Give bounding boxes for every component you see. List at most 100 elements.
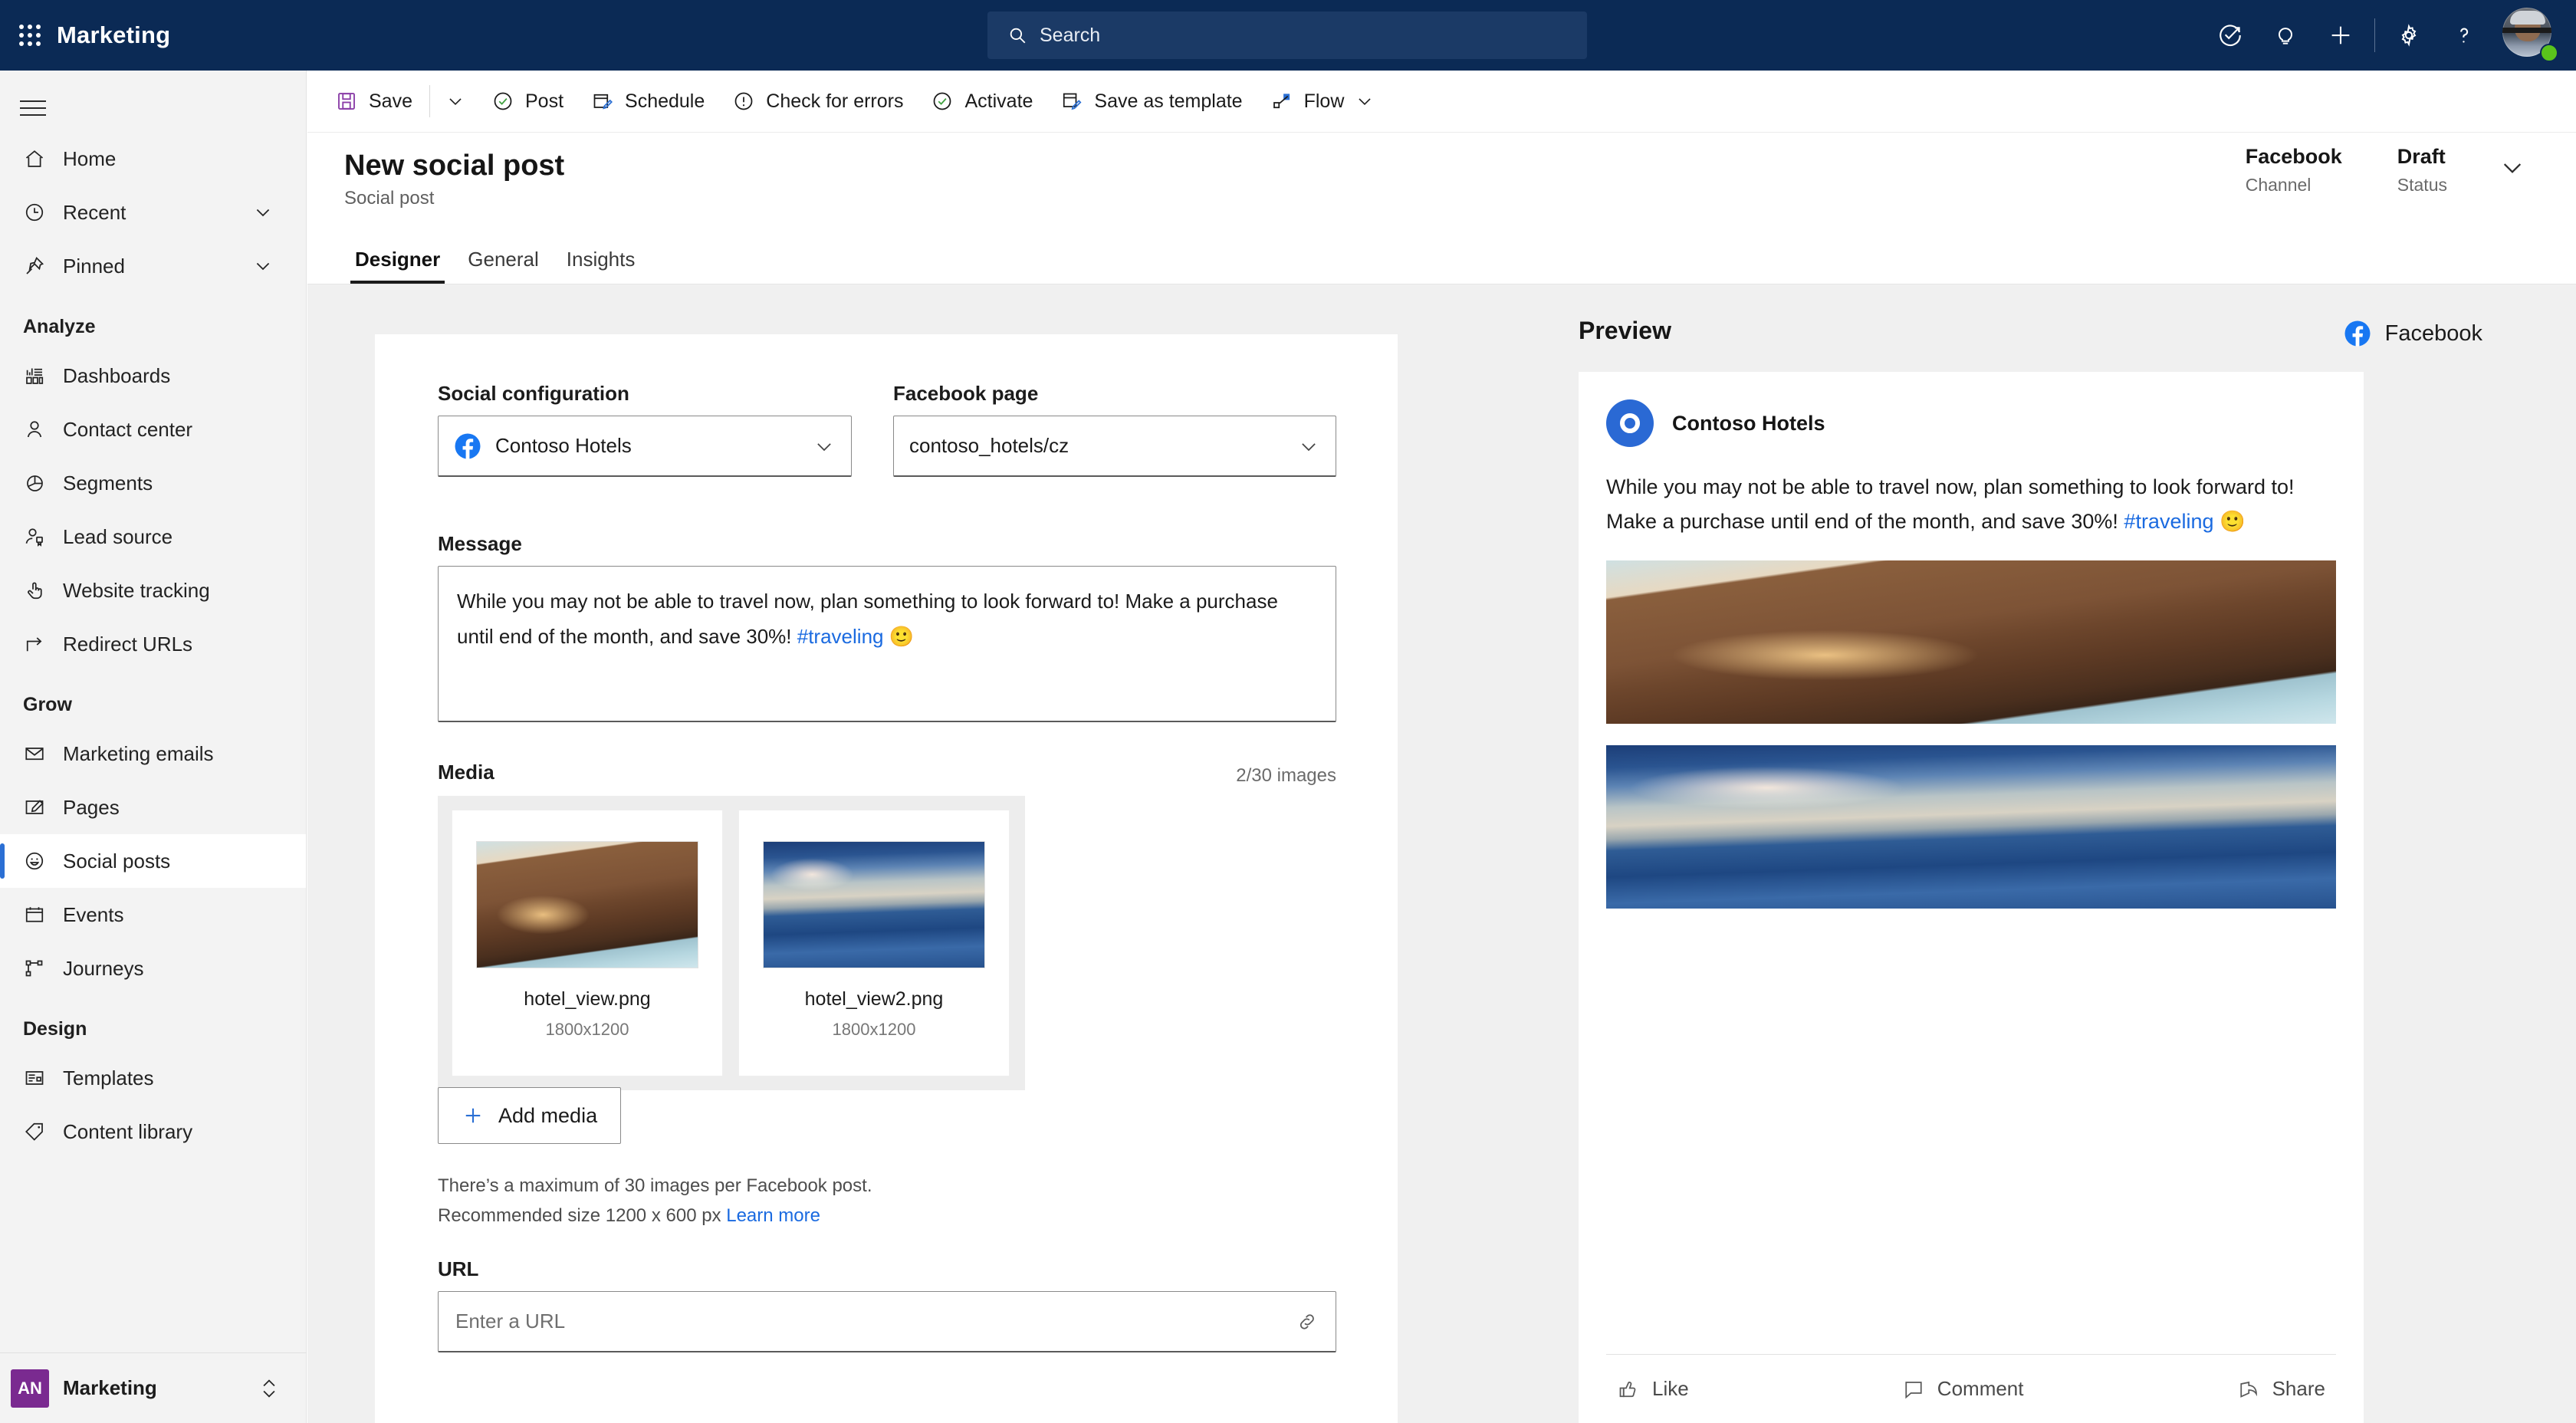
social-config-label: Social configuration — [438, 382, 629, 405]
chevron-down-icon[interactable] — [252, 202, 274, 223]
preview-title: Preview — [1579, 317, 1671, 344]
post-hashtag[interactable]: #traveling — [2124, 510, 2213, 533]
save-button[interactable]: Save — [321, 71, 426, 133]
avatar[interactable] — [2502, 8, 2558, 63]
chevron-down-icon — [445, 91, 465, 111]
hamburger-menu-icon[interactable] — [0, 71, 307, 132]
message-label: Message — [438, 532, 522, 555]
flow-button[interactable]: Flow — [1257, 71, 1389, 133]
media-label-wrap: Media — [438, 761, 495, 784]
sidebar-item-label: Website tracking — [63, 578, 210, 602]
sidebar-item-label: Home — [63, 146, 117, 170]
preview-channel-label: Facebook — [2384, 320, 2482, 346]
tab-general[interactable]: General — [454, 248, 553, 284]
sidebar-item-events[interactable]: Events — [0, 888, 306, 942]
sidebar-item-label: Segments — [63, 471, 153, 495]
add-media-button[interactable]: Add media — [438, 1087, 622, 1144]
command-divider — [429, 85, 430, 117]
facebook-page-label-wrap: Facebook page — [893, 382, 1038, 406]
link-icon[interactable] — [1296, 1310, 1319, 1333]
sidebar-item-website-tracking[interactable]: Website tracking — [0, 564, 306, 617]
sidebar-item-label: Contact center — [63, 417, 193, 441]
tab-insights[interactable]: Insights — [553, 248, 649, 284]
media-count: 2/30 images — [1236, 765, 1336, 786]
sidebar-item-pages[interactable]: Pages — [0, 781, 306, 834]
url-input[interactable]: Enter a URL — [438, 1291, 1336, 1352]
chevron-down-icon[interactable] — [252, 255, 274, 277]
tab-designer[interactable]: Designer — [341, 248, 454, 284]
journey-flow-icon — [23, 957, 57, 980]
sidebar-item-dashboards[interactable]: Dashboards — [0, 349, 306, 403]
chevron-down-icon — [1297, 435, 1320, 458]
comment-bubble-icon — [1902, 1378, 1925, 1401]
media-item[interactable]: hotel_view2.png 1800x1200 — [738, 810, 1010, 1076]
post-emoji: 🙂 — [2220, 509, 2246, 533]
sidebar-item-lead-source[interactable]: Lead source — [0, 510, 306, 564]
message-textarea[interactable]: While you may not be able to travel now,… — [438, 566, 1336, 722]
sidebar-item-journeys[interactable]: Journeys — [0, 942, 306, 995]
sidebar-item-segments[interactable]: Segments — [0, 456, 306, 510]
question-mark-icon[interactable] — [2436, 0, 2492, 71]
org-switcher[interactable]: AN Marketing — [0, 1352, 307, 1423]
media-item[interactable]: hotel_view.png 1800x1200 — [452, 810, 723, 1076]
sidebar-item-label: Pinned — [63, 254, 125, 278]
sidebar-item-marketing-emails[interactable]: Marketing emails — [0, 727, 306, 781]
post-button[interactable]: Post — [478, 71, 577, 133]
facebook-page-label: Facebook page — [893, 382, 1039, 405]
search-input[interactable]: Search — [987, 12, 1587, 59]
activate-button[interactable]: Activate — [917, 71, 1046, 133]
message-hashtag[interactable]: #traveling — [797, 625, 884, 648]
sidebar-group-title-analyze: Analyze — [23, 316, 96, 337]
share-button[interactable]: Share — [2237, 1377, 2325, 1401]
sidebar-item-contact-center[interactable]: Contact center — [0, 403, 306, 456]
status-badge: Draft — [2397, 145, 2446, 168]
facebook-page-select[interactable]: contoso_hotels/cz — [893, 416, 1336, 477]
sidebar-item-label: Social posts — [63, 849, 171, 873]
status-meta: Draft Status — [2397, 145, 2447, 196]
sidebar-item-redirect-urls[interactable]: Redirect URLs — [0, 617, 306, 671]
post-image — [1606, 744, 2336, 909]
chevron-down-icon[interactable] — [2498, 153, 2527, 182]
media-label: Media — [438, 761, 495, 784]
comment-button[interactable]: Comment — [1902, 1377, 2024, 1401]
preview-channel: Facebook — [2344, 320, 2482, 347]
post-author: Contoso Hotels — [1672, 411, 1825, 435]
like-button[interactable]: Like — [1617, 1377, 1689, 1401]
save-as-template-button[interactable]: Save as template — [1046, 71, 1256, 133]
lightbulb-icon[interactable] — [2258, 0, 2313, 71]
share-label: Share — [2272, 1377, 2325, 1400]
sidebar-item-home[interactable]: Home — [0, 132, 306, 186]
post-image — [1606, 560, 2336, 724]
check-for-errors-button[interactable]: Check for errors — [718, 71, 917, 133]
gear-icon[interactable] — [2381, 0, 2436, 71]
facebook-icon — [454, 432, 481, 460]
clock-icon — [23, 201, 57, 224]
sidebar-item-recent[interactable]: Recent — [0, 186, 306, 239]
sidebar-item-pinned[interactable]: Pinned — [0, 239, 306, 293]
sidebar-item-label: Dashboards — [63, 363, 171, 387]
status-key: Status — [2397, 175, 2447, 195]
pie-chart-icon — [23, 472, 57, 495]
plus-icon — [462, 1104, 485, 1127]
smiley-icon — [23, 850, 57, 873]
page-subtitle: Social post — [344, 188, 435, 209]
schedule-button[interactable]: Schedule — [577, 71, 718, 133]
learn-more-link[interactable]: Learn more — [726, 1205, 820, 1226]
app-launcher-icon[interactable] — [17, 22, 43, 48]
trial-check-arrow-icon[interactable] — [2203, 0, 2258, 71]
media-thumbnail — [476, 841, 698, 968]
url-label: URL — [438, 1257, 479, 1280]
sidebar: Home Recent Pinned Analyze Dashboards Co… — [0, 71, 307, 1423]
chevron-updown-icon[interactable] — [259, 1377, 279, 1400]
sidebar-item-label: Marketing emails — [63, 741, 214, 765]
sidebar-item-label: Journeys — [63, 956, 144, 980]
social-config-select[interactable]: Contoso Hotels — [438, 416, 852, 477]
sidebar-item-templates[interactable]: Templates — [0, 1051, 306, 1105]
add-media-label: Add media — [498, 1103, 598, 1127]
org-name: Marketing — [63, 1376, 157, 1399]
sidebar-item-content-library[interactable]: Content library — [0, 1105, 306, 1158]
sidebar-item-social-posts[interactable]: Social posts — [0, 834, 306, 888]
save-dropdown-button[interactable] — [433, 71, 478, 133]
template-icon — [23, 1066, 57, 1089]
plus-icon[interactable] — [2313, 0, 2368, 71]
